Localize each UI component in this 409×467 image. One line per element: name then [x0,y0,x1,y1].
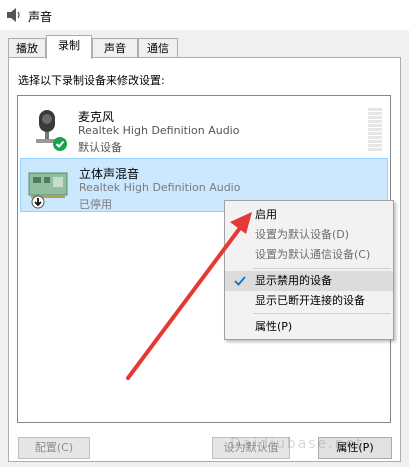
microphone-icon [36,110,67,151]
level-meter [368,108,382,152]
tab-sounds[interactable]: 声音 [92,38,138,58]
device-description: Realtek High Definition Audio [79,181,241,194]
menu-item-label: 显示已断开连接的设备 [255,294,365,307]
menu-item-show-disconnected[interactable]: 显示已断开连接的设备 [225,291,393,311]
device-description: Realtek High Definition Audio [78,124,240,137]
watermark: Daidiubase.net [230,436,364,452]
menu-item-label: 设置为默认通信设备(C) [255,248,371,261]
menu-item-set-default-comm[interactable]: 设置为默认通信设备(C) [225,245,393,265]
tab-communications-label: 通信 [147,42,169,55]
menu-item-label: 启用 [255,208,277,221]
menu-separator [253,313,391,314]
sound-card-icon [28,172,68,209]
tab-sounds-label: 声音 [104,42,126,55]
tab-recording-label: 录制 [58,39,80,52]
menu-item-properties[interactable]: 属性(P) [225,317,393,337]
speaker-icon [7,8,20,22]
window-title: 声音 [28,10,53,24]
device-status: 默认设备 [78,141,122,154]
menu-separator [253,268,391,269]
device-name: 立体声混音 [79,167,140,181]
device-item-microphone[interactable]: 麦克风 Realtek High Definition Audio 默认设备 [20,102,388,156]
checkmark-icon [234,276,246,286]
menu-item-show-disabled[interactable]: 显示禁用的设备 [225,271,393,291]
device-status: 已停用 [79,198,112,211]
tab-playback[interactable]: 播放 [8,38,46,58]
instruction-text: 选择以下录制设备来修改设置: [18,74,165,87]
menu-item-set-default[interactable]: 设置为默认设备(D) [225,225,393,245]
title-bar: 声音 [0,0,409,30]
configure-button[interactable]: 配置(C) [18,437,90,459]
device-name: 麦克风 [78,110,115,124]
tab-recording[interactable]: 录制 [46,35,92,59]
menu-item-label: 属性(P) [255,320,293,333]
context-menu: 启用 设置为默认设备(D) 设置为默认通信设备(C) 显示禁用的设备 显示已断开… [224,200,394,340]
tab-playback-label: 播放 [16,42,38,55]
menu-item-label: 设置为默认设备(D) [255,228,350,241]
tab-communications[interactable]: 通信 [138,38,178,58]
menu-item-enable[interactable]: 启用 [225,205,393,225]
menu-item-label: 显示禁用的设备 [255,274,332,287]
